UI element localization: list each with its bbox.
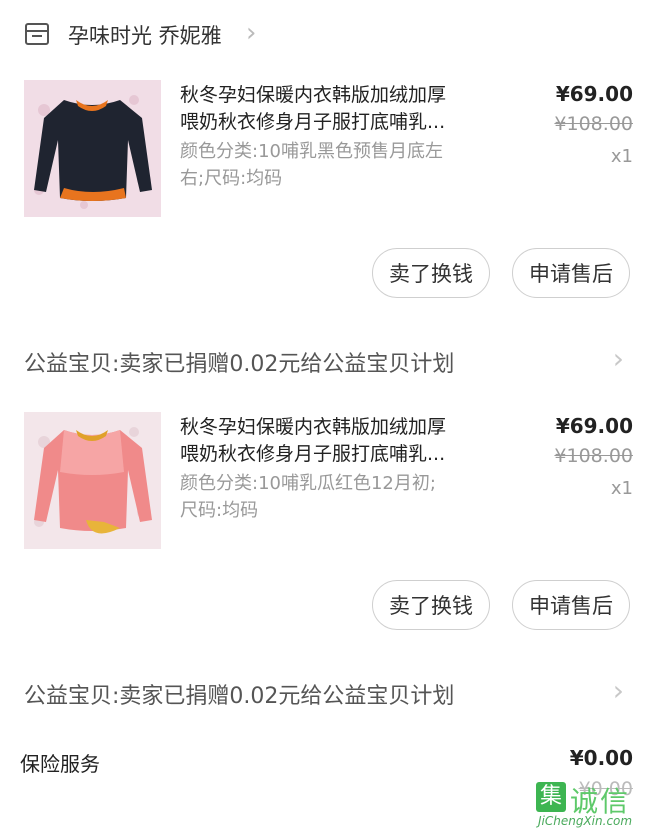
order-item[interactable]: 秋冬孕妇保暖内衣韩版加绒加厚 喂奶秋衣修身月子服打底哺乳... 颜色分类:10哺…	[0, 80, 650, 310]
product-thumbnail[interactable]	[24, 80, 161, 217]
item-original-price: ¥108.00	[554, 113, 633, 135]
insurance-price: ¥0.00	[569, 746, 633, 770]
shop-header[interactable]: 孕味时光 乔妮雅 ›	[0, 0, 650, 70]
item-original-price: ¥108.00	[554, 445, 633, 467]
order-item[interactable]: 秋冬孕妇保暖内衣韩版加绒加厚 喂奶秋衣修身月子服打底哺乳... 颜色分类:10哺…	[0, 412, 650, 642]
charity-row[interactable]: 公益宝贝:卖家已捐赠0.02元给公益宝贝计划 ›	[0, 342, 650, 382]
charity-text: 公益宝贝:卖家已捐赠0.02元给公益宝贝计划	[24, 352, 455, 377]
item-quantity: x1	[610, 146, 633, 167]
shop-name[interactable]: 孕味时光 乔妮雅	[68, 20, 222, 50]
charity-row[interactable]: 公益宝贝:卖家已捐赠0.02元给公益宝贝计划 ›	[0, 674, 650, 714]
after-sale-button[interactable]: 申请售后	[512, 580, 630, 630]
product-title[interactable]: 秋冬孕妇保暖内衣韩版加绒加厚 喂奶秋衣修身月子服打底哺乳...	[180, 414, 510, 468]
item-price: ¥69.00	[555, 82, 633, 106]
store-icon	[25, 23, 49, 45]
watermark-logo: 集 诚信 JiChengXin.com	[530, 778, 650, 834]
product-sku: 颜色分类:10哺乳瓜红色12月初; 尺码:均码	[180, 473, 436, 521]
chevron-right-icon[interactable]: ›	[246, 18, 256, 48]
after-sale-button[interactable]: 申请售后	[512, 248, 630, 298]
product-thumbnail[interactable]	[24, 412, 161, 549]
chevron-right-icon[interactable]: ›	[613, 342, 624, 375]
resell-button[interactable]: 卖了换钱	[372, 580, 490, 630]
chevron-right-icon[interactable]: ›	[613, 674, 624, 707]
watermark-box-char: 集	[536, 782, 566, 812]
item-quantity: x1	[610, 478, 633, 499]
product-sku: 颜色分类:10哺乳黑色预售月底左 右;尺码:均码	[180, 141, 443, 189]
product-title[interactable]: 秋冬孕妇保暖内衣韩版加绒加厚 喂奶秋衣修身月子服打底哺乳...	[180, 82, 510, 136]
insurance-label: 保险服务	[20, 752, 100, 776]
charity-text: 公益宝贝:卖家已捐赠0.02元给公益宝贝计划	[24, 684, 455, 709]
watermark-url: JiChengXin.com	[538, 814, 633, 828]
item-price: ¥69.00	[555, 414, 633, 438]
resell-button[interactable]: 卖了换钱	[372, 248, 490, 298]
